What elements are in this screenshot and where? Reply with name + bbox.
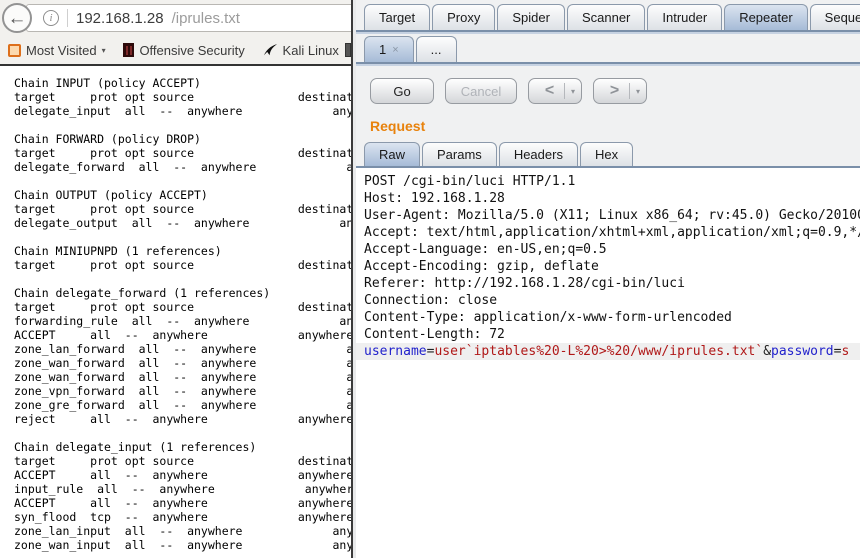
previous-arrow-icon: < <box>535 82 564 100</box>
chevron-down-icon[interactable]: ▾ <box>564 83 575 99</box>
repeater-tab-more[interactable]: ... <box>416 36 457 62</box>
most-visited-icon <box>8 44 21 57</box>
tab-hex[interactable]: Hex <box>580 142 633 166</box>
screen: ← i 192.168.1.28/iprules.txt Most Visite… <box>0 0 860 558</box>
bookmarks-toolbar: Most Visited ▾ Offensive Security Kali L… <box>0 36 351 66</box>
tab-target[interactable]: Target <box>364 4 430 30</box>
kali-linux-icon <box>263 43 278 58</box>
iptables-page-text: Chain INPUT (policy ACCEPT) target prot … <box>0 66 351 558</box>
url-path: /iprules.txt <box>172 10 240 27</box>
tab-headers[interactable]: Headers <box>499 142 578 166</box>
bookmark-offensive-security[interactable]: Offensive Security <box>123 43 244 58</box>
request-headers-text[interactable]: POST /cgi-bin/luci HTTP/1.1 Host: 192.16… <box>356 168 860 343</box>
url-bar[interactable]: i 192.168.1.28/iprules.txt <box>26 4 351 32</box>
firefox-window: ← i 192.168.1.28/iprules.txt Most Visite… <box>0 0 353 558</box>
message-editor-tabbar: Raw Params Headers Hex <box>356 142 860 168</box>
repeater-tabbar: 1 × ... <box>356 36 860 64</box>
tab-params[interactable]: Params <box>422 142 497 166</box>
burp-window: Target Proxy Spider Scanner Intruder Rep… <box>353 0 860 558</box>
url-host: 192.168.1.28 <box>76 10 164 27</box>
bookmark-label: Offensive Security <box>139 43 244 58</box>
tab-raw[interactable]: Raw <box>364 142 420 166</box>
next-request-button[interactable]: > ▾ <box>593 78 647 104</box>
cancel-button[interactable]: Cancel <box>445 78 517 104</box>
back-button[interactable]: ← <box>2 3 32 33</box>
request-body-text[interactable]: username=user`iptables%20-L%20>%20/www/i… <box>356 343 860 360</box>
tab-intruder[interactable]: Intruder <box>647 4 722 30</box>
tab-repeater[interactable]: Repeater <box>724 4 807 30</box>
repeater-toolbar: Go Cancel < ▾ > ▾ <box>356 64 860 104</box>
tab-spider[interactable]: Spider <box>497 4 565 30</box>
tab-scanner[interactable]: Scanner <box>567 4 645 30</box>
firefox-navigation-toolbar: ← i 192.168.1.28/iprules.txt <box>0 0 351 36</box>
bookmark-partial-icon[interactable] <box>345 43 351 57</box>
bookmark-kali-linux[interactable]: Kali Linux <box>263 43 339 58</box>
bookmark-label: Most Visited <box>26 43 97 58</box>
request-section-title: Request <box>370 118 860 134</box>
burp-main-tabbar: Target Proxy Spider Scanner Intruder Rep… <box>356 0 860 32</box>
next-arrow-icon: > <box>600 82 629 100</box>
back-arrow-icon: ← <box>8 9 27 28</box>
request-editor[interactable]: POST /cgi-bin/luci HTTP/1.1 Host: 192.16… <box>356 168 860 558</box>
close-icon[interactable]: × <box>392 44 398 56</box>
info-icon[interactable]: i <box>43 10 59 26</box>
bookmark-label: Kali Linux <box>283 43 339 58</box>
offensive-security-icon <box>123 43 134 57</box>
repeater-tab-1[interactable]: 1 × <box>364 36 414 62</box>
tab-sequencer[interactable]: Sequencer <box>810 4 860 30</box>
previous-request-button[interactable]: < ▾ <box>528 78 582 104</box>
tab-proxy[interactable]: Proxy <box>432 4 495 30</box>
go-button[interactable]: Go <box>370 78 434 104</box>
bookmark-most-visited[interactable]: Most Visited ▾ <box>8 43 106 58</box>
chevron-down-icon[interactable]: ▾ <box>629 83 640 99</box>
chevron-down-icon: ▾ <box>102 46 106 55</box>
url-separator <box>67 9 68 27</box>
